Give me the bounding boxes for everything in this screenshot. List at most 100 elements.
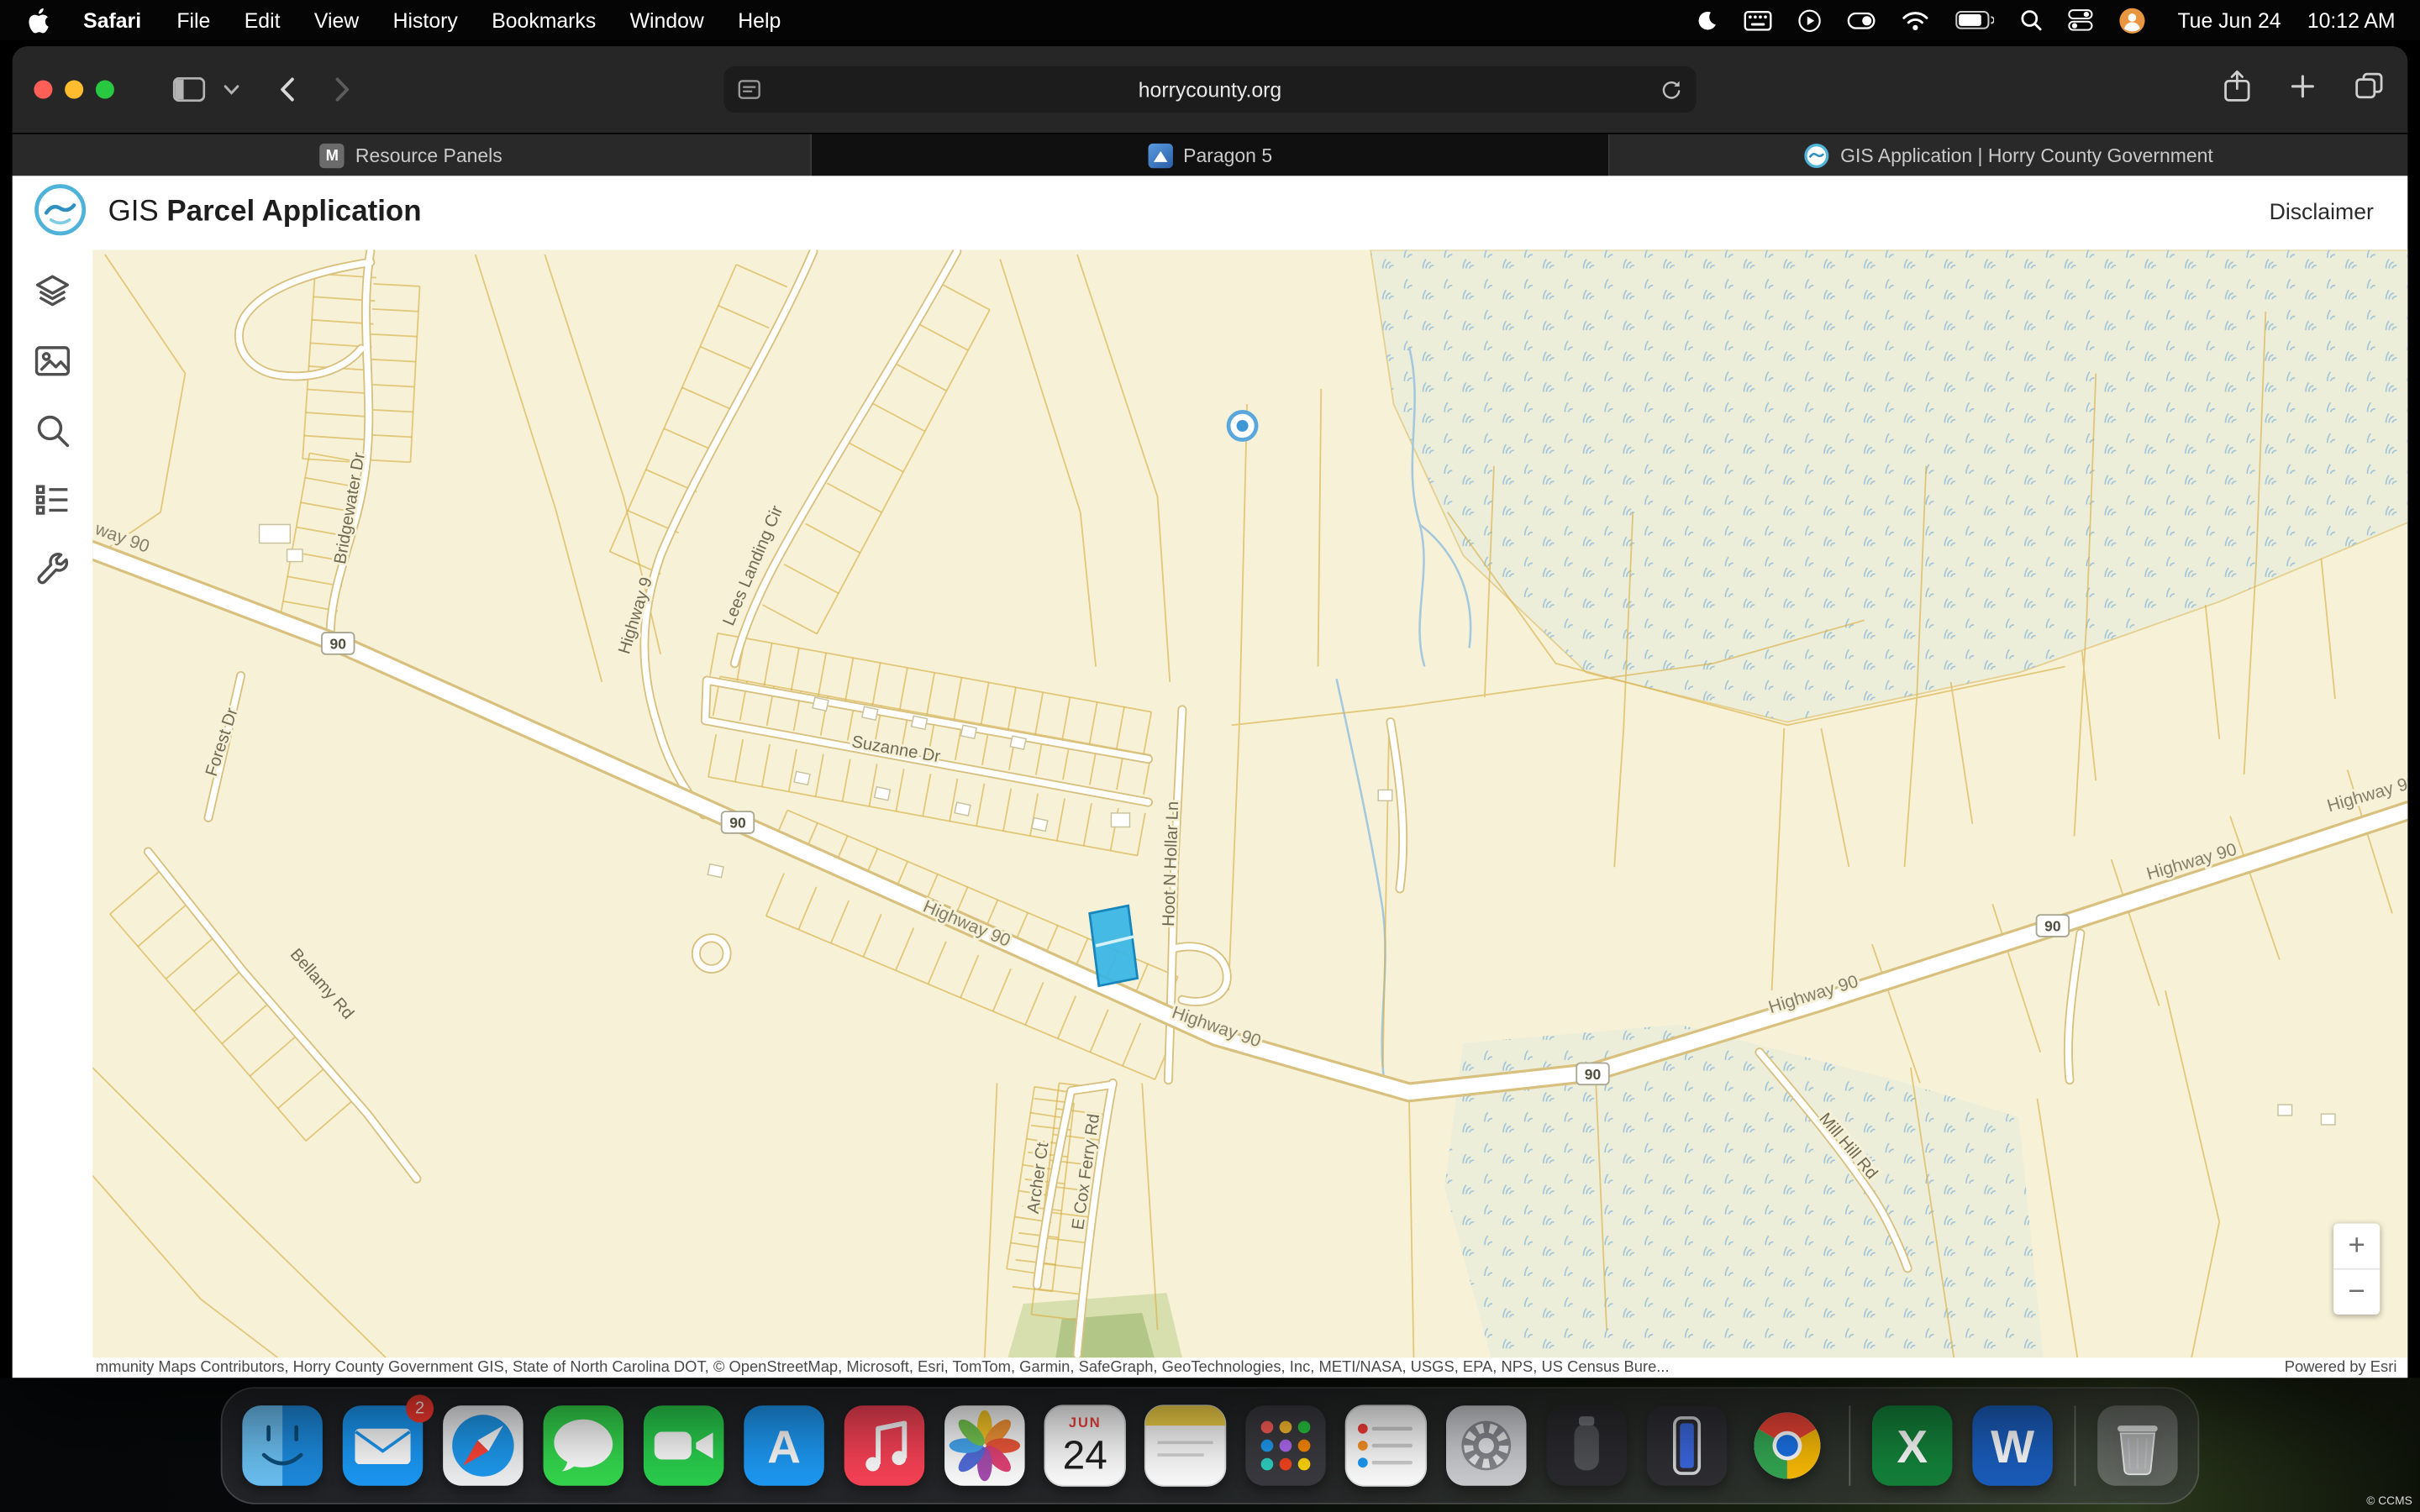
- share-icon[interactable]: [2224, 70, 2250, 110]
- page-title-main: Parcel Application: [166, 196, 421, 228]
- app-header: GIS Parcel Application Disclaimer: [13, 176, 2408, 249]
- dock-excel-icon[interactable]: X: [1869, 1403, 1955, 1489]
- safari-window: horrycounty.org M Resource Panels Para: [13, 46, 2408, 1378]
- dock-mail-icon[interactable]: 2: [339, 1403, 426, 1489]
- dark-mode-moon-icon[interactable]: [1695, 8, 1718, 32]
- macos-menu-bar: Safari File Edit View History Bookmarks …: [0, 0, 2420, 40]
- powered-by-esri: Powered by Esri: [2274, 1357, 2407, 1378]
- tab-paragon-5[interactable]: Paragon 5: [812, 134, 1611, 177]
- keyboard-icon[interactable]: [1744, 10, 1771, 30]
- selected-parcel[interactable]: [1090, 906, 1138, 986]
- map-attribution-bar: mmunity Maps Contributors, Horry County …: [92, 1357, 2407, 1378]
- menu-help[interactable]: Help: [721, 8, 797, 32]
- dock-music-icon[interactable]: [841, 1403, 928, 1489]
- dock-calendar-icon[interactable]: JUN 24: [1042, 1403, 1128, 1489]
- chevron-down-icon[interactable]: [224, 84, 239, 95]
- page-title-prefix: GIS: [108, 196, 159, 228]
- dock-separator: [2075, 1405, 2076, 1486]
- word-letter: W: [1991, 1420, 2034, 1473]
- dock-safari-icon[interactable]: [439, 1403, 526, 1489]
- menu-bookmarks[interactable]: Bookmarks: [475, 8, 613, 32]
- now-playing-icon[interactable]: [1798, 8, 1822, 32]
- dock-app-store-icon[interactable]: A: [741, 1403, 828, 1489]
- dock-finder-icon[interactable]: [239, 1403, 326, 1489]
- close-window-button[interactable]: [34, 81, 52, 99]
- search-tool-icon[interactable]: [33, 411, 73, 451]
- wifi-icon[interactable]: [1902, 10, 1929, 30]
- address-bar[interactable]: horrycounty.org: [723, 66, 1696, 113]
- menu-app-name[interactable]: Safari: [65, 8, 160, 32]
- map-canvas[interactable]: way 90 Bridgewater Dr Forest Dr Bellamy …: [92, 250, 2407, 1358]
- basemap-image-tool-icon[interactable]: [33, 341, 73, 381]
- tab-label: Paragon 5: [1183, 145, 1272, 167]
- dock-launchpad-icon[interactable]: [1243, 1403, 1329, 1489]
- tab-resource-panels[interactable]: M Resource Panels: [13, 134, 812, 177]
- menu-bar-time[interactable]: 10:12 AM: [2307, 8, 2396, 32]
- menu-edit[interactable]: Edit: [228, 8, 297, 32]
- zoom-window-button[interactable]: [96, 81, 114, 99]
- excel-letter: X: [1897, 1420, 1928, 1473]
- tab-overview-icon[interactable]: [2355, 72, 2383, 106]
- wallpaper-credit: © CCMS: [2366, 1494, 2412, 1508]
- legend-list-tool-icon[interactable]: [33, 480, 73, 520]
- menu-window[interactable]: Window: [613, 8, 721, 32]
- dock-photos-icon[interactable]: [941, 1403, 1028, 1489]
- tools-wrench-icon[interactable]: [33, 549, 73, 590]
- control-center-icon[interactable]: [2068, 9, 2092, 31]
- menu-bar-date[interactable]: Tue Jun 24: [2171, 8, 2281, 32]
- disclaimer-link[interactable]: Disclaimer: [2270, 201, 2386, 225]
- minimize-window-button[interactable]: [65, 81, 83, 99]
- page-title: GIS Parcel Application: [108, 196, 422, 229]
- dock-word-icon[interactable]: W: [1970, 1403, 2056, 1489]
- route-shield-90: 90: [2044, 917, 2060, 934]
- dock-facetime-icon[interactable]: [640, 1403, 727, 1489]
- browser-toolbar: horrycounty.org: [13, 46, 2408, 133]
- layers-tool-icon[interactable]: [33, 271, 73, 312]
- spotlight-search-icon[interactable]: [2020, 9, 2042, 31]
- url-text: horrycounty.org: [1139, 78, 1281, 102]
- new-tab-icon[interactable]: [2291, 73, 2315, 106]
- tab-bar: M Resource Panels Paragon 5 GIS Applicat…: [13, 133, 2408, 177]
- menu-view[interactable]: View: [297, 8, 376, 32]
- gis-app-logo: [34, 183, 86, 244]
- app-store-letter: A: [767, 1420, 801, 1473]
- dock-reminders-icon[interactable]: [1343, 1403, 1429, 1489]
- zoom-out-button[interactable]: −: [2333, 1268, 2380, 1315]
- user-avatar[interactable]: [2119, 7, 2145, 33]
- location-marker[interactable]: [1228, 412, 1256, 439]
- apple-menu-icon[interactable]: [0, 7, 65, 33]
- back-button[interactable]: [279, 77, 294, 102]
- zoom-control: + −: [2333, 1224, 2380, 1315]
- dock: 2 A JUN 24: [221, 1387, 2200, 1504]
- sidebar-toggle-icon[interactable]: [173, 77, 206, 102]
- calendar-month: JUN: [1069, 1415, 1102, 1431]
- tab-label: Resource Panels: [355, 145, 502, 167]
- tab-gis-application-icon: [1805, 144, 1829, 168]
- attribution-text: mmunity Maps Contributors, Horry County …: [96, 1359, 1670, 1376]
- dock-utility-app-icon[interactable]: [1544, 1403, 1630, 1489]
- desktop-wallpaper: © CCMS 2 A: [0, 1378, 2420, 1512]
- reload-icon[interactable]: [1660, 78, 1682, 102]
- dock-iphone-mirroring-icon[interactable]: [1644, 1403, 1730, 1489]
- forward-button[interactable]: [335, 77, 350, 102]
- page-format-icon[interactable]: [738, 79, 761, 101]
- dock-system-settings-icon[interactable]: [1443, 1403, 1529, 1489]
- dock-notes-icon[interactable]: [1142, 1403, 1228, 1489]
- tab-gis-application[interactable]: GIS Application | Horry County Governmen…: [1610, 134, 2407, 177]
- route-shield-90: 90: [1585, 1066, 1601, 1083]
- dock-chrome-icon[interactable]: [1744, 1403, 1831, 1489]
- calendar-day: 24: [1063, 1434, 1107, 1478]
- battery-icon[interactable]: [1955, 11, 1994, 29]
- tab-label: GIS Application | Horry County Governmen…: [1840, 145, 2213, 167]
- dock-separator: [1849, 1405, 1850, 1486]
- zoom-in-button[interactable]: +: [2333, 1224, 2380, 1268]
- dock-trash-icon[interactable]: [2094, 1403, 2181, 1489]
- tab-paragon-5-icon: [1148, 144, 1172, 168]
- menu-history[interactable]: History: [376, 8, 475, 32]
- display-toggle-icon[interactable]: [1847, 12, 1875, 29]
- menu-file[interactable]: File: [160, 8, 227, 32]
- map-graphics: way 90 Bridgewater Dr Forest Dr Bellamy …: [92, 250, 2407, 1358]
- web-content: GIS Parcel Application Disclaimer: [13, 176, 2408, 1378]
- route-shield-90: 90: [330, 635, 346, 652]
- dock-messages-icon[interactable]: [540, 1403, 627, 1489]
